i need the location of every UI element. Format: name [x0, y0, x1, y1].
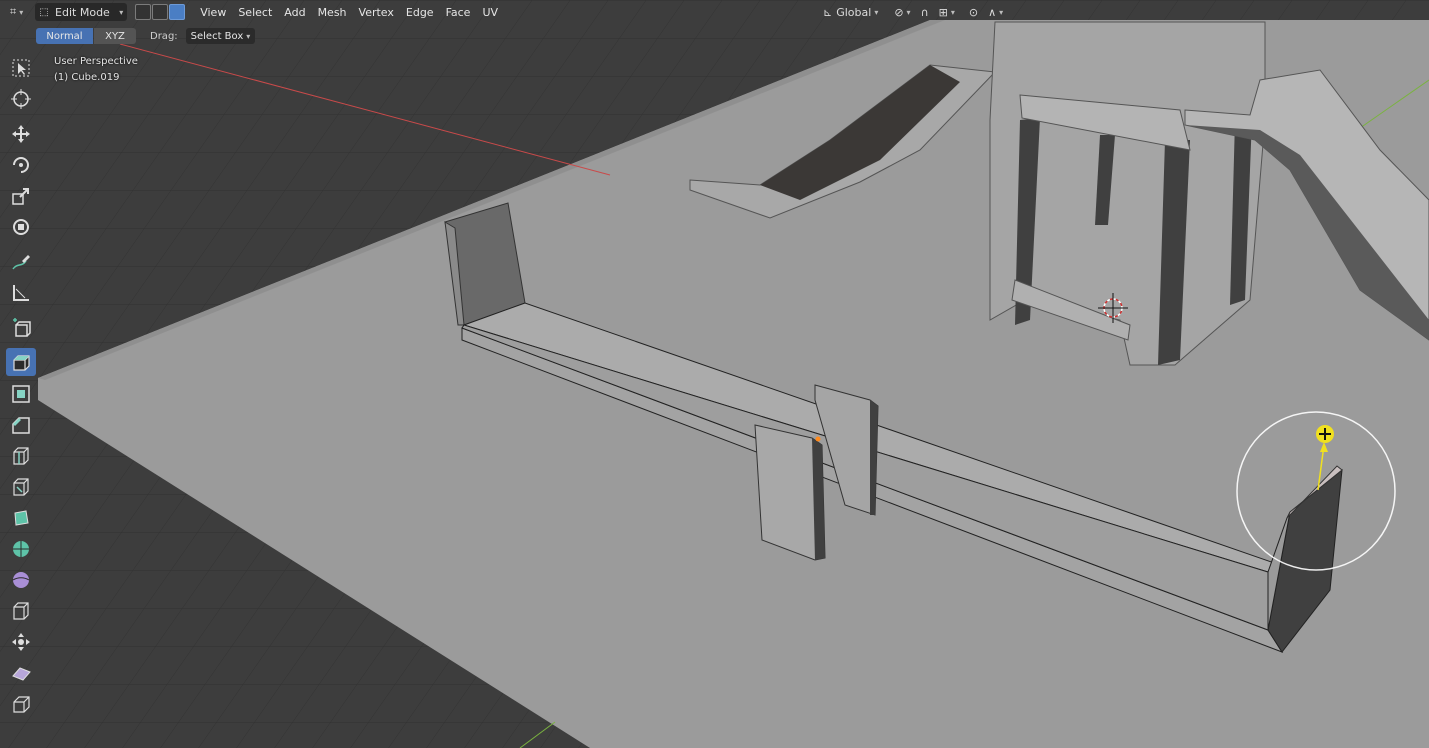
viewport-header: ⌗ ▾ ⬚ Edit Mode ▾ View Select Add Mesh Ve… — [0, 0, 1429, 24]
scale-icon[interactable] — [6, 182, 36, 210]
cursor-icon[interactable] — [6, 85, 36, 113]
poly-build-icon[interactable] — [6, 504, 36, 532]
menu-select[interactable]: Select — [232, 3, 278, 21]
menu-mesh[interactable]: Mesh — [312, 3, 353, 21]
proportional-falloff-select[interactable]: ∧ ▾ — [984, 3, 1007, 21]
spin-icon[interactable] — [6, 535, 36, 563]
chevron-down-icon: ▾ — [119, 7, 124, 17]
proportional-edit-toggle[interactable]: ⊙ — [965, 3, 982, 21]
orientation-label: Global — [836, 5, 872, 19]
transform-orientation-select[interactable]: ⊾ Global ▾ — [819, 3, 882, 21]
tool-settings-bar: Normal XYZ Drag: Select Box ▾ — [36, 28, 256, 44]
menu-add[interactable]: Add — [278, 3, 311, 21]
rip-region-icon[interactable] — [6, 690, 36, 718]
inset-faces-icon[interactable] — [6, 380, 36, 408]
snap-target-select[interactable]: ⊞ ▾ — [935, 3, 959, 21]
view-name: User Perspective — [54, 56, 138, 67]
chevron-down-icon: ▾ — [19, 7, 24, 17]
pivot-point-select[interactable]: ⊘ ▾ — [890, 3, 914, 21]
pivot-icon: ⊘ — [894, 5, 904, 19]
loop-cut-icon[interactable] — [6, 442, 36, 470]
drag-select[interactable]: Select Box ▾ — [185, 28, 256, 44]
viewport-info: User Perspective (1) Cube.019 — [54, 54, 138, 86]
mode-label: Edit Mode — [55, 5, 110, 19]
menu-edge[interactable]: Edge — [400, 3, 440, 21]
select-mode-toggle — [135, 4, 186, 20]
orientation-icon: ⊾ — [823, 5, 833, 19]
chevron-down-icon: ▾ — [999, 7, 1004, 17]
transform-icon[interactable] — [6, 213, 36, 241]
menu-face[interactable]: Face — [440, 3, 477, 21]
menu-uv[interactable]: UV — [476, 3, 504, 21]
snap-toggle[interactable]: ∩ — [917, 3, 933, 21]
3d-viewport[interactable] — [0, 0, 1429, 748]
shrink-fatten-icon[interactable] — [6, 628, 36, 656]
header-right: ⊾ Global ▾ ⊘ ▾ ∩ ⊞ ▾ ⊙ ∧ ▾ — [817, 3, 1007, 21]
snap-magnet-icon: ∩ — [920, 5, 929, 19]
face-select-icon[interactable] — [169, 4, 186, 20]
proportional-edit-icon: ⊙ — [968, 5, 979, 19]
extrude-region-icon[interactable] — [6, 348, 36, 376]
chevron-down-icon: ▾ — [906, 7, 911, 17]
editor-type-icon: ⌗ — [10, 5, 17, 18]
object-name: (1) Cube.019 — [54, 72, 120, 83]
rotate-icon[interactable] — [6, 151, 36, 179]
drag-select-label: Select Box — [190, 30, 244, 42]
edge-select-icon[interactable] — [152, 4, 169, 20]
bevel-icon[interactable] — [6, 411, 36, 439]
vertex-select-icon[interactable] — [135, 4, 152, 20]
chevron-down-icon: ▾ — [950, 7, 955, 17]
orientation-normal-button[interactable]: Normal — [36, 28, 93, 44]
knife-icon[interactable] — [6, 473, 36, 501]
editor-type-button[interactable]: ⌗ ▾ — [6, 3, 27, 21]
move-icon[interactable] — [6, 120, 36, 148]
add-cube-icon[interactable] — [6, 314, 36, 342]
edit-mode-icon: ⬚ — [39, 6, 49, 18]
header-menus: View Select Add Mesh Vertex Edge Face UV — [194, 3, 504, 21]
chevron-down-icon: ▾ — [246, 31, 251, 41]
menu-vertex[interactable]: Vertex — [353, 3, 400, 21]
orientation-xyz-button[interactable]: XYZ — [94, 28, 136, 44]
menu-view[interactable]: View — [194, 3, 232, 21]
edge-slide-icon[interactable] — [6, 597, 36, 625]
drag-label: Drag: — [150, 30, 178, 42]
smooth-icon[interactable] — [6, 566, 36, 594]
shear-icon[interactable] — [6, 659, 36, 687]
annotate-icon[interactable] — [6, 248, 36, 276]
mode-select[interactable]: ⬚ Edit Mode ▾ — [35, 3, 128, 21]
falloff-curve-icon: ∧ — [988, 5, 997, 19]
select-box-icon[interactable] — [6, 54, 36, 82]
snap-increment-icon: ⊞ — [938, 5, 948, 19]
measure-icon[interactable] — [6, 279, 36, 307]
chevron-down-icon: ▾ — [874, 7, 879, 17]
